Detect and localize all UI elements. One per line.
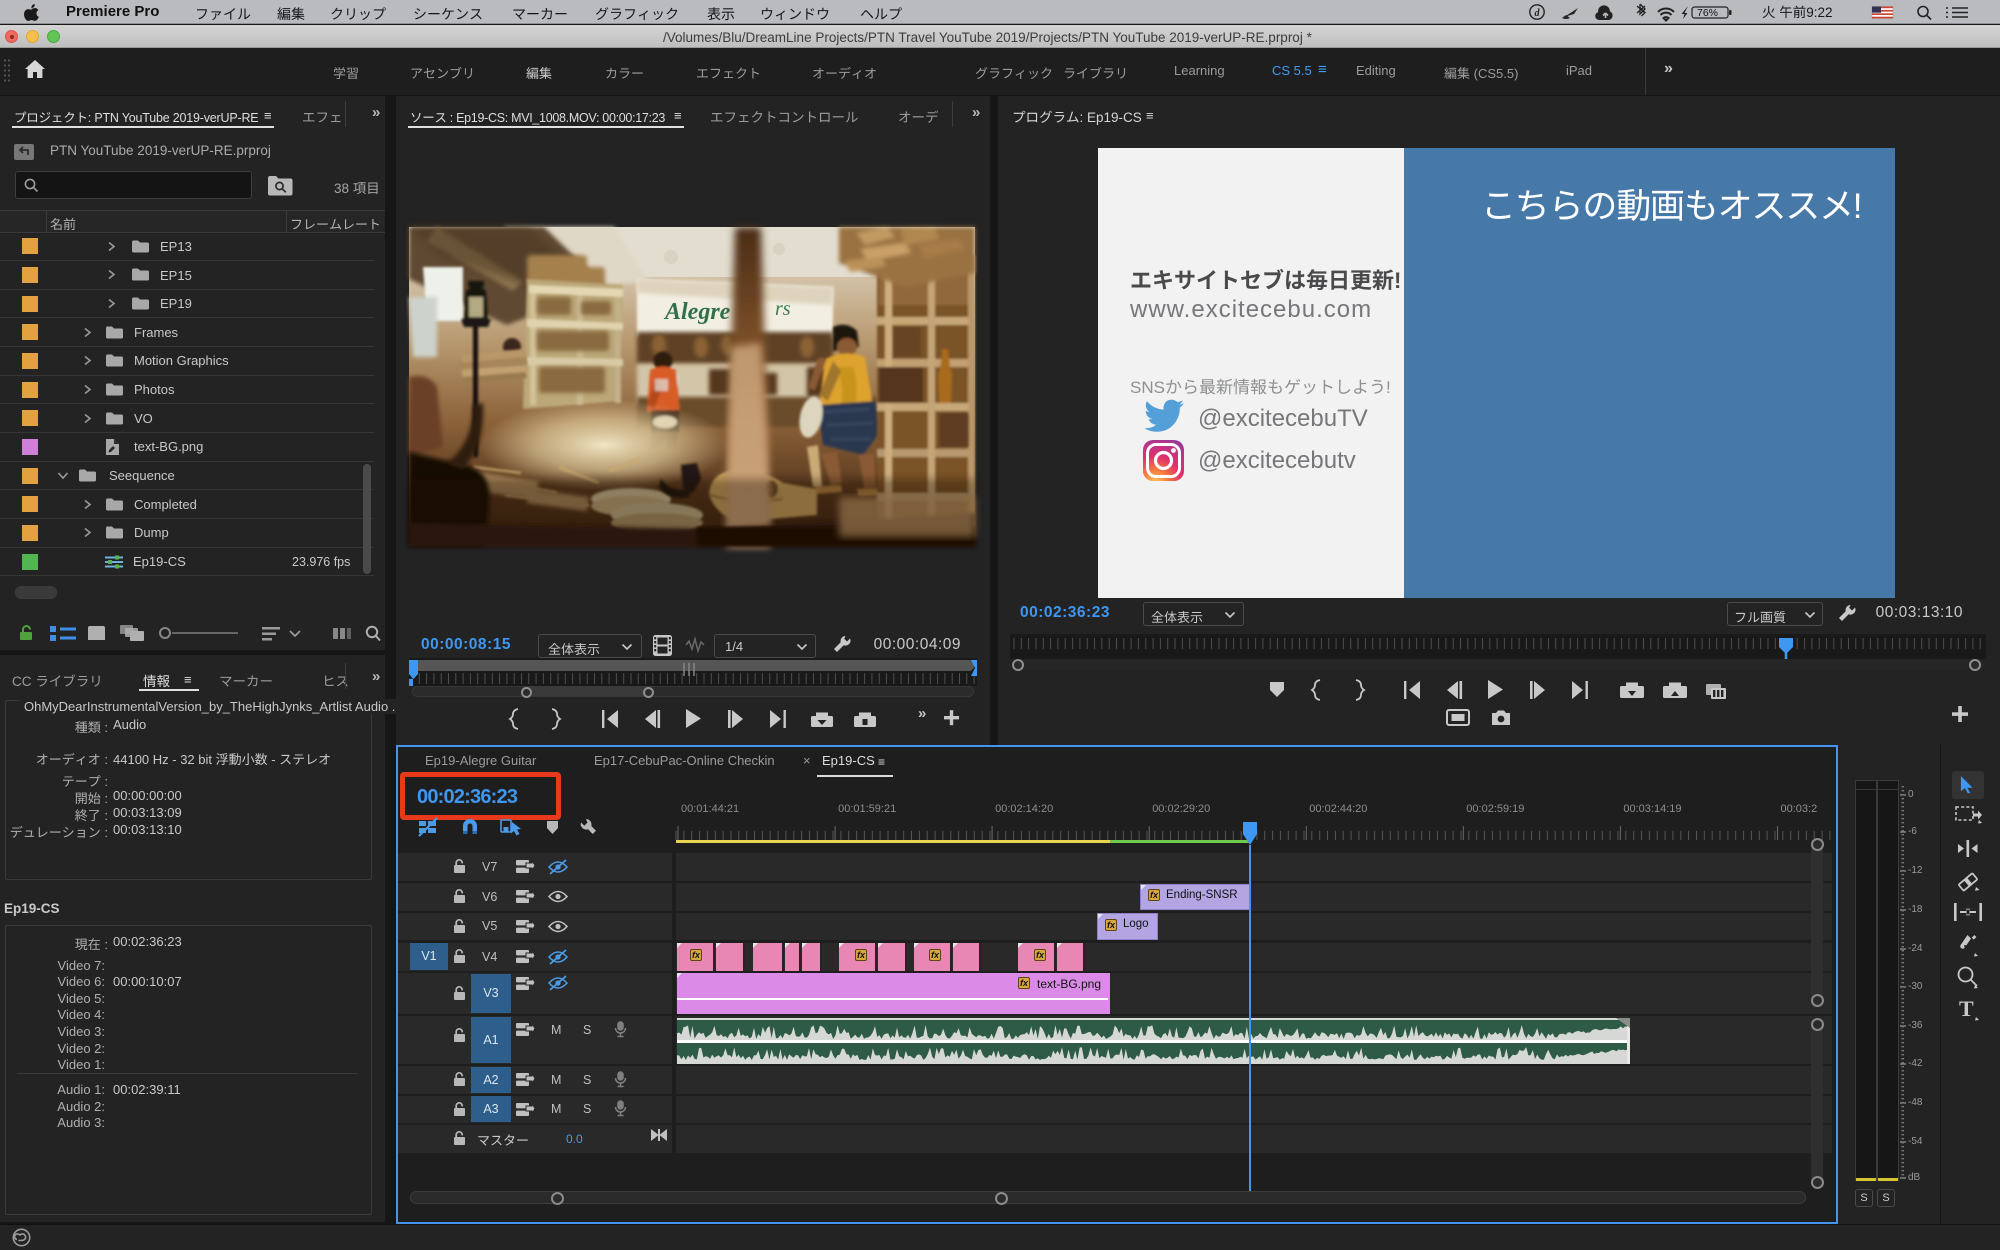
svg-text:T: T	[1959, 996, 1974, 1021]
svg-text:rs: rs	[775, 298, 791, 320]
svg-text:火 午前9:22: 火 午前9:22	[1762, 5, 1833, 20]
svg-text:d: d	[1535, 8, 1541, 19]
svg-text:76%: 76%	[1697, 7, 1718, 19]
svg-text:»: »	[918, 705, 926, 722]
svg-text:Alegre: Alegre	[663, 299, 731, 325]
